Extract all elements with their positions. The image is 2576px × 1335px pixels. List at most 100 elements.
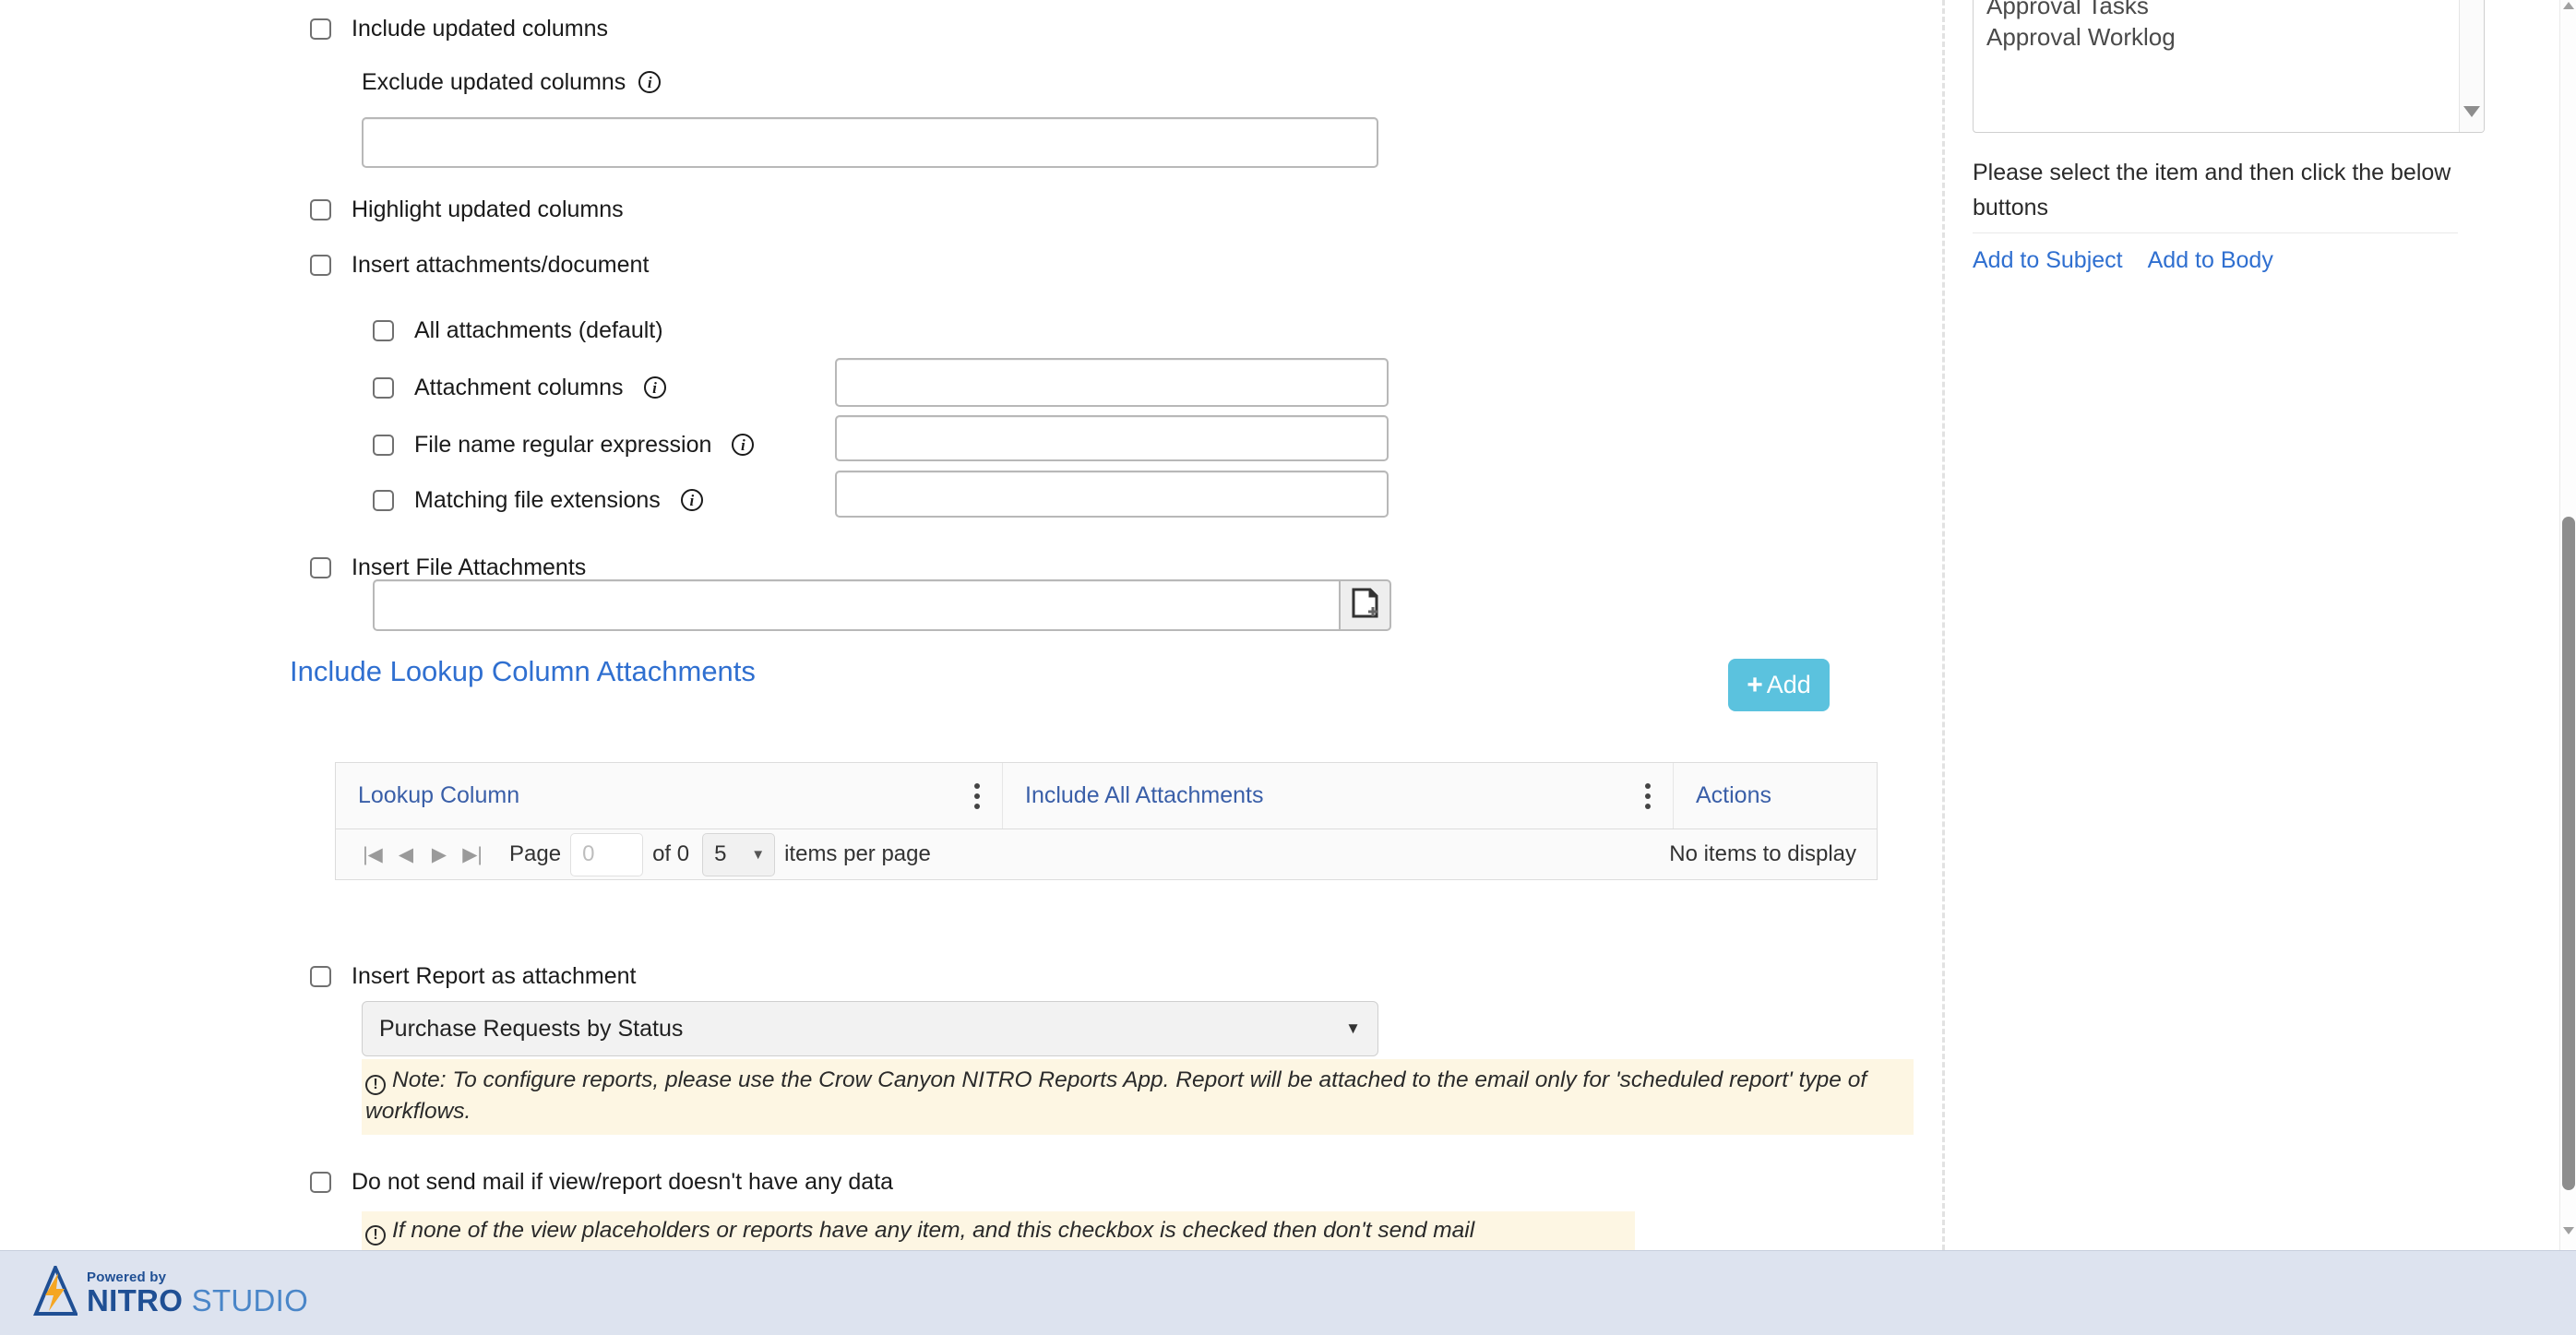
add-to-subject-link[interactable]: Add to Subject xyxy=(1973,247,2123,274)
form-column: Include updated columns Exclude updated … xyxy=(0,0,1942,1252)
file-name-regex-row[interactable]: File name regular expression i xyxy=(373,431,755,459)
pager-last-button[interactable]: ▶| xyxy=(456,838,489,871)
info-icon[interactable]: i xyxy=(680,489,703,511)
do-not-send-mail-row[interactable]: Do not send mail if view/report doesn't … xyxy=(310,1168,893,1196)
placeholder-listbox[interactable]: Append-Only Comments Approval Level Appr… xyxy=(1973,0,2485,133)
pager-first-button[interactable]: |◀ xyxy=(356,838,389,871)
plus-icon: + xyxy=(1747,669,1763,700)
insert-attachments-document-row[interactable]: Insert attachments/document xyxy=(310,251,649,279)
listbox-scrollbar[interactable] xyxy=(2459,0,2484,132)
scrollbar-thumb[interactable] xyxy=(2562,517,2575,1190)
attachment-columns-checkbox[interactable] xyxy=(373,376,394,399)
scroll-down-icon[interactable] xyxy=(2463,106,2480,117)
pager-page-size-select[interactable]: 5 ▼ xyxy=(702,832,776,876)
do-not-send-mail-note-text: If none of the view placeholders or repo… xyxy=(392,1218,1475,1243)
pager-page-input[interactable]: 0 xyxy=(570,832,644,876)
insert-file-attachments-row[interactable]: Insert File Attachments xyxy=(310,554,586,581)
placeholder-hint: Please select the item and then click th… xyxy=(1973,160,2451,221)
file-name-regex-checkbox[interactable] xyxy=(373,434,394,456)
include-lookup-column-attachments-heading[interactable]: Include Lookup Column Attachments xyxy=(290,655,756,688)
scroll-up-icon[interactable] xyxy=(2563,2,2574,9)
lookup-attachments-grid: Lookup Column Include All Attachments Ac… xyxy=(335,762,1878,880)
email-template-settings-page: Include updated columns Exclude updated … xyxy=(0,0,2576,1335)
info-icon[interactable]: i xyxy=(638,71,662,93)
insert-file-attachments-checkbox[interactable] xyxy=(310,556,331,578)
grid-header-label: Lookup Column xyxy=(358,782,520,808)
pager-items-per-page-label: items per page xyxy=(784,841,931,866)
list-item[interactable]: Approval Tasks xyxy=(1986,0,2457,21)
chevron-down-icon: ▼ xyxy=(751,846,766,863)
all-attachments-label: All attachments (default) xyxy=(414,317,663,343)
highlight-updated-columns-checkbox[interactable] xyxy=(310,198,331,221)
pager-prev-button[interactable]: ◀ xyxy=(389,838,423,871)
grid-header-include-all-attachments[interactable]: Include All Attachments xyxy=(1003,763,1674,828)
grid-header-label: Include All Attachments xyxy=(1025,782,1264,808)
insert-report-as-attachment-row[interactable]: Insert Report as attachment xyxy=(310,962,636,990)
insert-file-attachments-field[interactable] xyxy=(373,579,1391,631)
exclude-updated-columns-row: Exclude updated columns i xyxy=(362,68,662,96)
column-menu-icon[interactable] xyxy=(1645,782,1651,809)
pager-page-size-value: 5 xyxy=(714,841,727,866)
warning-icon: ! xyxy=(365,1075,386,1095)
do-not-send-mail-note: ! If none of the view placeholders or rep… xyxy=(362,1211,1635,1252)
attachment-columns-label: Attachment columns xyxy=(414,375,624,400)
do-not-send-mail-checkbox[interactable] xyxy=(310,1171,331,1193)
matching-file-extensions-input[interactable] xyxy=(835,471,1389,518)
placeholder-actions: Add to Subject Add to Body xyxy=(1973,247,2273,274)
all-attachments-checkbox[interactable] xyxy=(373,319,394,341)
add-button-label: Add xyxy=(1766,671,1811,698)
matching-file-extensions-checkbox[interactable] xyxy=(373,489,394,511)
include-updated-columns-checkbox[interactable] xyxy=(310,18,331,40)
studio-label: STUDIO xyxy=(183,1283,309,1317)
grid-pager: |◀ ◀ ▶ ▶| Page 0 of 0 5 ▼ items per page… xyxy=(336,829,1877,879)
exclude-updated-columns-label: Exclude updated columns xyxy=(362,69,626,95)
highlight-updated-columns-label: Highlight updated columns xyxy=(352,197,624,222)
add-button[interactable]: + Add xyxy=(1728,659,1830,711)
column-menu-icon[interactable] xyxy=(974,782,980,809)
include-updated-columns-label: Include updated columns xyxy=(352,16,608,42)
insert-attachments-document-checkbox[interactable] xyxy=(310,254,331,276)
page-scrollbar[interactable] xyxy=(2559,0,2576,1250)
file-name-regex-label: File name regular expression xyxy=(414,432,712,458)
scroll-down-icon[interactable] xyxy=(2563,1227,2574,1234)
powered-by-label: Powered by xyxy=(87,1269,167,1285)
grid-header-row: Lookup Column Include All Attachments Ac… xyxy=(336,763,1877,829)
matching-file-extensions-row[interactable]: Matching file extensions i xyxy=(373,486,703,514)
pager-page-label: Page xyxy=(509,841,562,866)
footer-bar: Powered by NITRO STUDIO ✓ Save ✕ Cancel xyxy=(0,1250,2576,1335)
info-icon[interactable]: i xyxy=(643,376,666,399)
matching-file-extensions-label: Matching file extensions xyxy=(414,487,661,513)
insert-file-attachments-label: Insert File Attachments xyxy=(352,554,587,580)
report-select-value: Purchase Requests by Status xyxy=(379,1015,684,1042)
attachment-columns-row[interactable]: Attachment columns i xyxy=(373,374,666,401)
report-select[interactable]: Purchase Requests by Status ▼ xyxy=(362,1001,1378,1056)
panel-divider xyxy=(1942,0,1945,1250)
chevron-down-icon: ▼ xyxy=(1345,1019,1361,1037)
insert-report-as-attachment-checkbox[interactable] xyxy=(310,965,331,987)
include-updated-columns-row[interactable]: Include updated columns xyxy=(310,15,608,42)
browse-file-button[interactable] xyxy=(1339,579,1391,631)
nitro-label: NITRO xyxy=(87,1283,184,1317)
panel-separator xyxy=(1973,232,2458,233)
insert-attachments-document-label: Insert attachments/document xyxy=(352,252,650,278)
grid-header-actions[interactable]: Actions xyxy=(1674,763,1877,828)
info-icon[interactable]: i xyxy=(732,434,755,456)
add-to-body-link[interactable]: Add to Body xyxy=(2148,247,2273,274)
grid-empty-message: No items to display xyxy=(1669,841,1856,866)
placeholder-option-list: Append-Only Comments Approval Level Appr… xyxy=(1974,0,2457,53)
nitro-studio-wordmark: Powered by NITRO STUDIO xyxy=(87,1270,308,1317)
file-attachment-input[interactable] xyxy=(373,579,1339,631)
list-item[interactable]: Approval Worklog xyxy=(1986,21,2457,53)
grid-header-label: Actions xyxy=(1696,782,1771,808)
attachment-columns-input[interactable] xyxy=(835,358,1389,407)
report-note: ! Note: To configure reports, please use … xyxy=(362,1059,1914,1135)
grid-header-lookup-column[interactable]: Lookup Column xyxy=(336,763,1003,828)
all-attachments-row[interactable]: All attachments (default) xyxy=(373,316,663,344)
pager-next-button[interactable]: ▶ xyxy=(423,838,456,871)
pager-of-label: of 0 xyxy=(652,841,690,866)
highlight-updated-columns-row[interactable]: Highlight updated columns xyxy=(310,196,624,223)
file-name-regex-input[interactable] xyxy=(835,415,1389,461)
report-note-text: Note: To configure reports, please use t… xyxy=(365,1067,1867,1124)
nitro-studio-logo: Powered by NITRO STUDIO xyxy=(32,1262,308,1317)
exclude-updated-columns-input[interactable] xyxy=(362,117,1378,168)
